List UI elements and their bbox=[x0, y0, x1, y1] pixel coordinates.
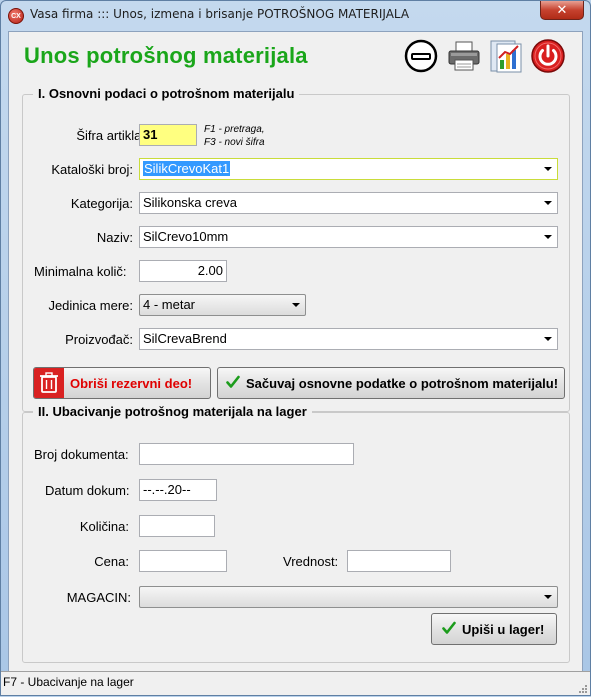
kataloski-label: Kataloški broj: bbox=[51, 162, 133, 177]
write-to-stock-label: Upiši u lager! bbox=[462, 621, 545, 637]
naziv-combo[interactable]: SilCrevo10mm bbox=[139, 226, 558, 248]
vrednost-label: Vrednost: bbox=[283, 554, 339, 569]
chevron-down-icon[interactable] bbox=[544, 337, 552, 341]
kolicina-label: Količina: bbox=[79, 519, 129, 534]
proizvodjac-label: Proizvođač: bbox=[65, 332, 133, 347]
kategorija-label: Kategorija: bbox=[70, 196, 133, 211]
printer-icon[interactable] bbox=[446, 38, 482, 74]
naziv-label: Naziv: bbox=[96, 230, 133, 245]
sifra-input[interactable]: 31 bbox=[139, 124, 197, 146]
basic-data-legend: I. Osnovni podaci o potrošnom materijalu bbox=[33, 86, 300, 101]
application-window: CX Vasa firma ::: Unos, izmena i brisanj… bbox=[0, 0, 591, 696]
vrednost-input[interactable] bbox=[347, 550, 451, 572]
kolicina-input[interactable] bbox=[139, 515, 215, 537]
sifra-hint-line1: F1 - pretraga, bbox=[204, 124, 265, 135]
jedinica-combo[interactable]: 4 - metar bbox=[139, 294, 306, 316]
datum-input[interactable]: --.--.20-- bbox=[139, 479, 217, 501]
minimalna-label: Minimalna količ: bbox=[34, 264, 127, 279]
chevron-down-icon[interactable] bbox=[544, 595, 552, 599]
jedinica-label: Jedinica mere: bbox=[48, 298, 133, 313]
resize-grip-icon[interactable] bbox=[578, 683, 588, 693]
chevron-down-icon[interactable] bbox=[544, 201, 552, 205]
save-basic-data-button[interactable]: Sačuvaj osnovne podatke o potrošnom mate… bbox=[217, 367, 565, 399]
magacin-combo[interactable] bbox=[139, 586, 558, 608]
sifra-label: Šifra artikla: bbox=[76, 128, 145, 143]
window-title: Vasa firma ::: Unos, izmena i brisanje P… bbox=[30, 7, 410, 21]
chevron-down-icon[interactable] bbox=[292, 303, 300, 307]
broj-dokumenta-label: Broj dokumenta: bbox=[34, 447, 129, 462]
page-title: Unos potrošnog materijala bbox=[24, 43, 308, 68]
delete-part-label: Obriši rezervni deo! bbox=[70, 375, 193, 391]
window-close-button[interactable]: ✕ bbox=[540, 1, 584, 20]
naziv-value: SilCrevo10mm bbox=[143, 229, 229, 244]
minimize-icon[interactable] bbox=[403, 38, 439, 74]
write-to-stock-button[interactable]: Upiši u lager! bbox=[431, 613, 557, 645]
proizvodjac-combo[interactable]: SilCrevaBrend bbox=[139, 328, 558, 350]
kategorija-combo[interactable]: Silikonska creva bbox=[139, 192, 558, 214]
main-form: Unos potrošnog materijala I. Osnovni pod… bbox=[8, 31, 583, 687]
trash-icon bbox=[34, 368, 64, 398]
power-icon[interactable] bbox=[530, 38, 566, 74]
chevron-down-icon[interactable] bbox=[544, 235, 552, 239]
save-basic-data-label: Sačuvaj osnovne podatke o potrošnom mate… bbox=[246, 375, 559, 391]
kategorija-value: Silikonska creva bbox=[143, 195, 237, 210]
minimalna-input[interactable]: 2.00 bbox=[139, 260, 227, 282]
cena-label: Cena: bbox=[94, 554, 129, 569]
kataloski-combo[interactable]: SilikCrevoKat1 bbox=[139, 158, 558, 180]
magacin-label: MAGACIN: bbox=[66, 590, 131, 605]
status-bar: F7 - Ubacivanje na lager bbox=[1, 671, 590, 695]
proizvodjac-value: SilCrevaBrend bbox=[143, 331, 227, 346]
checkmark-icon bbox=[442, 621, 456, 638]
kataloski-value: SilikCrevoKat1 bbox=[143, 161, 231, 176]
cena-input[interactable] bbox=[139, 550, 227, 572]
delete-part-button[interactable]: Obriši rezervni deo! bbox=[33, 367, 211, 399]
stock-entry-group: II. Ubacivanje potrošnog materijala na l… bbox=[22, 404, 570, 663]
status-text: F7 - Ubacivanje na lager bbox=[3, 675, 134, 689]
app-logo-icon[interactable]: CX bbox=[8, 8, 24, 24]
sifra-hint-line2: F3 - novi šifra bbox=[204, 137, 265, 148]
report-chart-icon[interactable] bbox=[488, 38, 524, 74]
chevron-down-icon[interactable] bbox=[544, 167, 552, 171]
basic-data-group: I. Osnovni podaci o potrošnom materijalu… bbox=[22, 86, 570, 412]
stock-entry-legend: II. Ubacivanje potrošnog materijala na l… bbox=[33, 404, 312, 419]
jedinica-value: 4 - metar bbox=[143, 297, 196, 312]
broj-dokumenta-input[interactable] bbox=[139, 443, 354, 465]
checkmark-icon bbox=[226, 375, 240, 392]
sifra-hint: F1 - pretraga, F3 - novi šifra bbox=[204, 123, 265, 149]
datum-label: Datum dokum: bbox=[45, 483, 130, 498]
title-bar[interactable]: CX Vasa firma ::: Unos, izmena i brisanj… bbox=[1, 1, 590, 29]
